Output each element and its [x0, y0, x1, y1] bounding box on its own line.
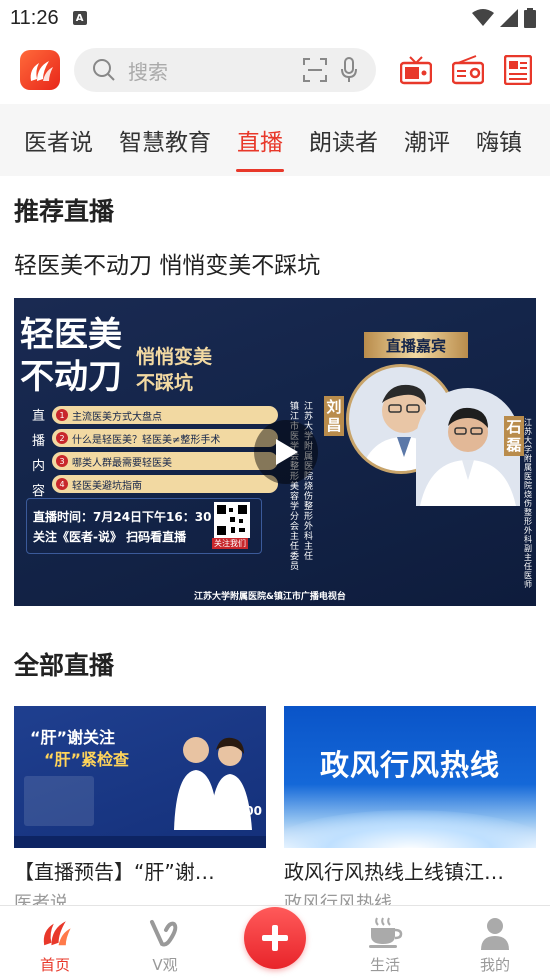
live-card-title[interactable]: 政风行风热线上线镇江…	[284, 856, 536, 885]
signal-icon	[500, 9, 518, 27]
newspaper-icon[interactable]	[504, 55, 532, 85]
bottom-nav: 首页 V观 生活 我的	[0, 905, 550, 979]
live-card-title[interactable]: 【直播预告】“肝”谢…	[14, 856, 266, 885]
nav-mine-label: 我的	[479, 956, 510, 974]
battery-icon	[524, 8, 536, 28]
scan-icon[interactable]	[302, 57, 328, 83]
poster-headline: 轻医美 不动刀	[20, 314, 122, 398]
play-button[interactable]	[254, 420, 318, 484]
guest-1-name: 刘昌	[324, 396, 344, 436]
tab-haizhen[interactable]: 嗨镇	[476, 104, 522, 176]
nav-vguan-label: V观	[152, 956, 178, 974]
poster-items: 1 主流医美方式大盘点 2 什么是轻医美？轻医美≠整形手术 3 哪类人群最需要轻医美 …	[52, 406, 278, 498]
thumb-text: 政风行风热线	[319, 748, 500, 782]
channel-tabs: 医者说 智慧教育 直播 朗读者 潮评 嗨镇	[0, 104, 550, 176]
tab-yizheshuo[interactable]: 医者说	[24, 104, 93, 176]
tv-icon[interactable]	[400, 55, 432, 85]
top-bar: 搜索	[0, 36, 550, 104]
feature-live-title[interactable]: 轻医美不动刀 悄悄变美不踩坑	[0, 236, 550, 298]
guest-2-name: 石磊	[504, 416, 524, 456]
tab-zhihuijiaoyu[interactable]: 智慧教育	[119, 104, 211, 176]
qr-caption: 关注我们	[212, 538, 248, 549]
status-time: 11:26	[10, 6, 59, 29]
side-label-char: 直	[32, 409, 46, 424]
nav-mine[interactable]: 我的	[450, 916, 540, 975]
thumb-strip	[14, 836, 266, 848]
tab-langduzhe[interactable]: 朗读者	[309, 104, 378, 176]
tab-zhibo[interactable]: 直播	[237, 104, 283, 176]
live-card-grid: “肝”谢关注 “肝”紧检查 15:00 【直播预告】“肝”谢… 医者说 政风行风…	[0, 706, 550, 915]
qr-code-icon	[214, 502, 250, 538]
guest-1-desc: 江苏大学附属医院烧伤整形外科主任	[304, 402, 314, 562]
thumb-text: “肝”谢关注	[30, 728, 116, 747]
live-card[interactable]: 政风行风热线 政风行风热线上线镇江… 政风行风热线	[284, 706, 536, 915]
play-icon	[276, 439, 298, 465]
app-logo-icon[interactable]	[20, 50, 60, 90]
v-icon	[150, 920, 178, 947]
live-card[interactable]: “肝”谢关注 “肝”紧检查 15:00 【直播预告】“肝”谢… 医者说	[14, 706, 266, 915]
live-card-thumbnail[interactable]: 政风行风热线	[284, 706, 536, 848]
nav-life[interactable]: 生活	[340, 916, 430, 975]
poster-item: 1 主流医美方式大盘点	[52, 406, 278, 424]
search-placeholder[interactable]: 搜索	[128, 56, 290, 85]
home-logo-icon	[43, 921, 71, 946]
side-label-char: 内	[32, 459, 46, 474]
poster-slogan-2: 不踩坑	[136, 372, 194, 394]
poster-item: 2 什么是轻医美？轻医美≠整形手术	[52, 429, 278, 447]
poster-headline-2: 不动刀	[20, 357, 122, 397]
microphone-icon[interactable]	[340, 57, 358, 83]
all-live-section-title: 全部直播	[14, 651, 115, 680]
search-box[interactable]: 搜索	[74, 48, 376, 92]
guest-label: 直播嘉宾	[364, 332, 468, 358]
feature-live-card[interactable]: 轻医美 不动刀 悄悄变美 不踩坑 直 播 内 容 1 主流医美方式大盘点 2 什么是…	[14, 298, 536, 606]
search-icon	[93, 59, 115, 81]
nav-life-label: 生活	[369, 956, 400, 974]
poster-footer: 江苏大学附属医院&镇江市广播电视台	[194, 592, 346, 602]
status-bar: 11:26 A	[0, 0, 550, 36]
nav-publish[interactable]	[230, 907, 320, 975]
nav-home-label: 首页	[39, 956, 70, 974]
poster-item: 4 轻医美避坑指南	[52, 475, 278, 493]
nav-vguan[interactable]: V观	[120, 916, 210, 975]
tab-chaoping[interactable]: 潮评	[404, 104, 450, 176]
plus-icon	[262, 925, 288, 951]
thumb-earth-glow	[284, 810, 536, 848]
poster-side-label: 直 播 内 容	[32, 404, 45, 504]
side-label-char: 播	[32, 434, 46, 449]
publish-button[interactable]	[244, 907, 306, 969]
coffee-cup-icon	[369, 917, 403, 948]
nav-home[interactable]: 首页	[10, 914, 100, 975]
wifi-icon	[472, 9, 494, 26]
radio-icon[interactable]	[452, 55, 484, 85]
recommended-section-title: 推荐直播	[14, 197, 115, 226]
notification-icon: A	[72, 11, 87, 25]
live-card-thumbnail[interactable]: “肝”谢关注 “肝”紧检查 15:00	[14, 706, 266, 848]
poster-item: 3 哪类人群最需要轻医美	[52, 452, 278, 470]
thumb-text: “肝”紧检查	[44, 750, 130, 769]
poster-slogan: 悄悄变美 不踩坑	[136, 344, 212, 396]
guest-2-desc: 江苏大学附属医院烧伤整形外科副主任医师	[524, 418, 532, 589]
thumb-time: 15:00	[223, 804, 262, 818]
poster-slogan-1: 悄悄变美	[136, 346, 213, 368]
poster-headline-1: 轻医美	[20, 315, 122, 355]
user-icon	[481, 918, 509, 950]
thumb-info-panel	[24, 776, 94, 826]
